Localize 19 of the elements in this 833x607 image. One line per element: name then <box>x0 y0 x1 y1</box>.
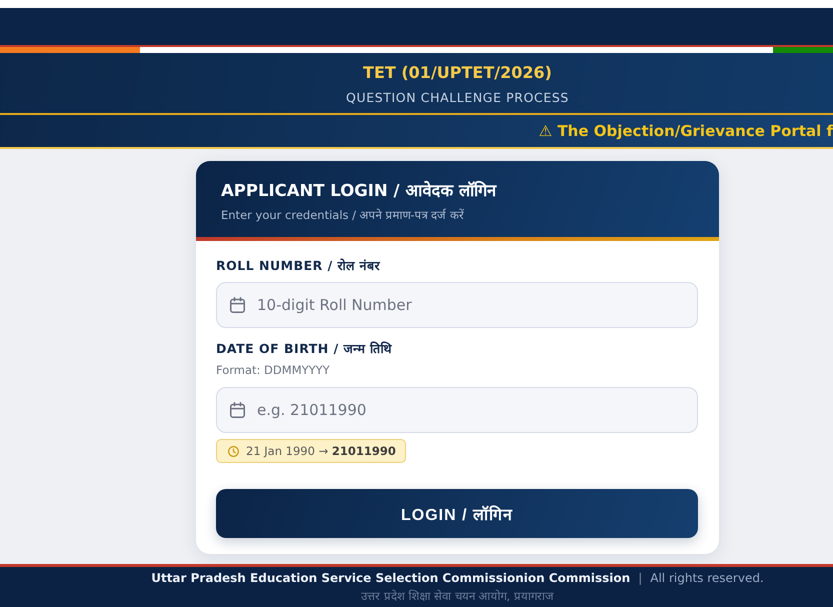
footer-separator: | <box>638 570 642 587</box>
field-label: ROLL NUMBER / रोल नंबर <box>216 257 381 275</box>
exam-title: TET (01/UPTET/2026) <box>362 62 553 84</box>
example-text: 21 Jan 1990 → 21011990 <box>246 444 396 458</box>
roll-number-input[interactable]: 10-digit Roll Number <box>216 282 698 328</box>
calendar-icon <box>230 297 245 313</box>
clock-icon <box>228 446 239 456</box>
date-of-birth-input[interactable]: e.g. 21011990 <box>216 387 698 433</box>
footer-rights: All rights reserved. <box>650 570 764 587</box>
card-subtitle: Enter your credentials / अपने प्रमाण-पत्र दर्ज करें <box>221 207 465 223</box>
login-button[interactable]: LOGIN / लॉगिन <box>216 489 698 538</box>
field-label: DATE OF BIRTH / जन्म तिथि <box>216 340 393 358</box>
format-hint: Format: DDMMYYYY <box>216 362 331 378</box>
page-subtitle: QUESTION CHALLENGE PROCESS <box>345 89 570 107</box>
footer-hindi-name: उत्तर प्रदेश शिक्षा सेवा चयन आयोग, प्रयागराज <box>361 588 554 605</box>
card-title: APPLICANT LOGIN / आवेदक लॉगिन <box>221 180 498 202</box>
calendar-icon <box>230 402 245 418</box>
footer-organization: Uttar Pradesh Education Service Selection Commissionion Commission <box>151 570 630 587</box>
notice-text: ⚠ The Objection/Grievance Portal f <box>538 122 833 140</box>
